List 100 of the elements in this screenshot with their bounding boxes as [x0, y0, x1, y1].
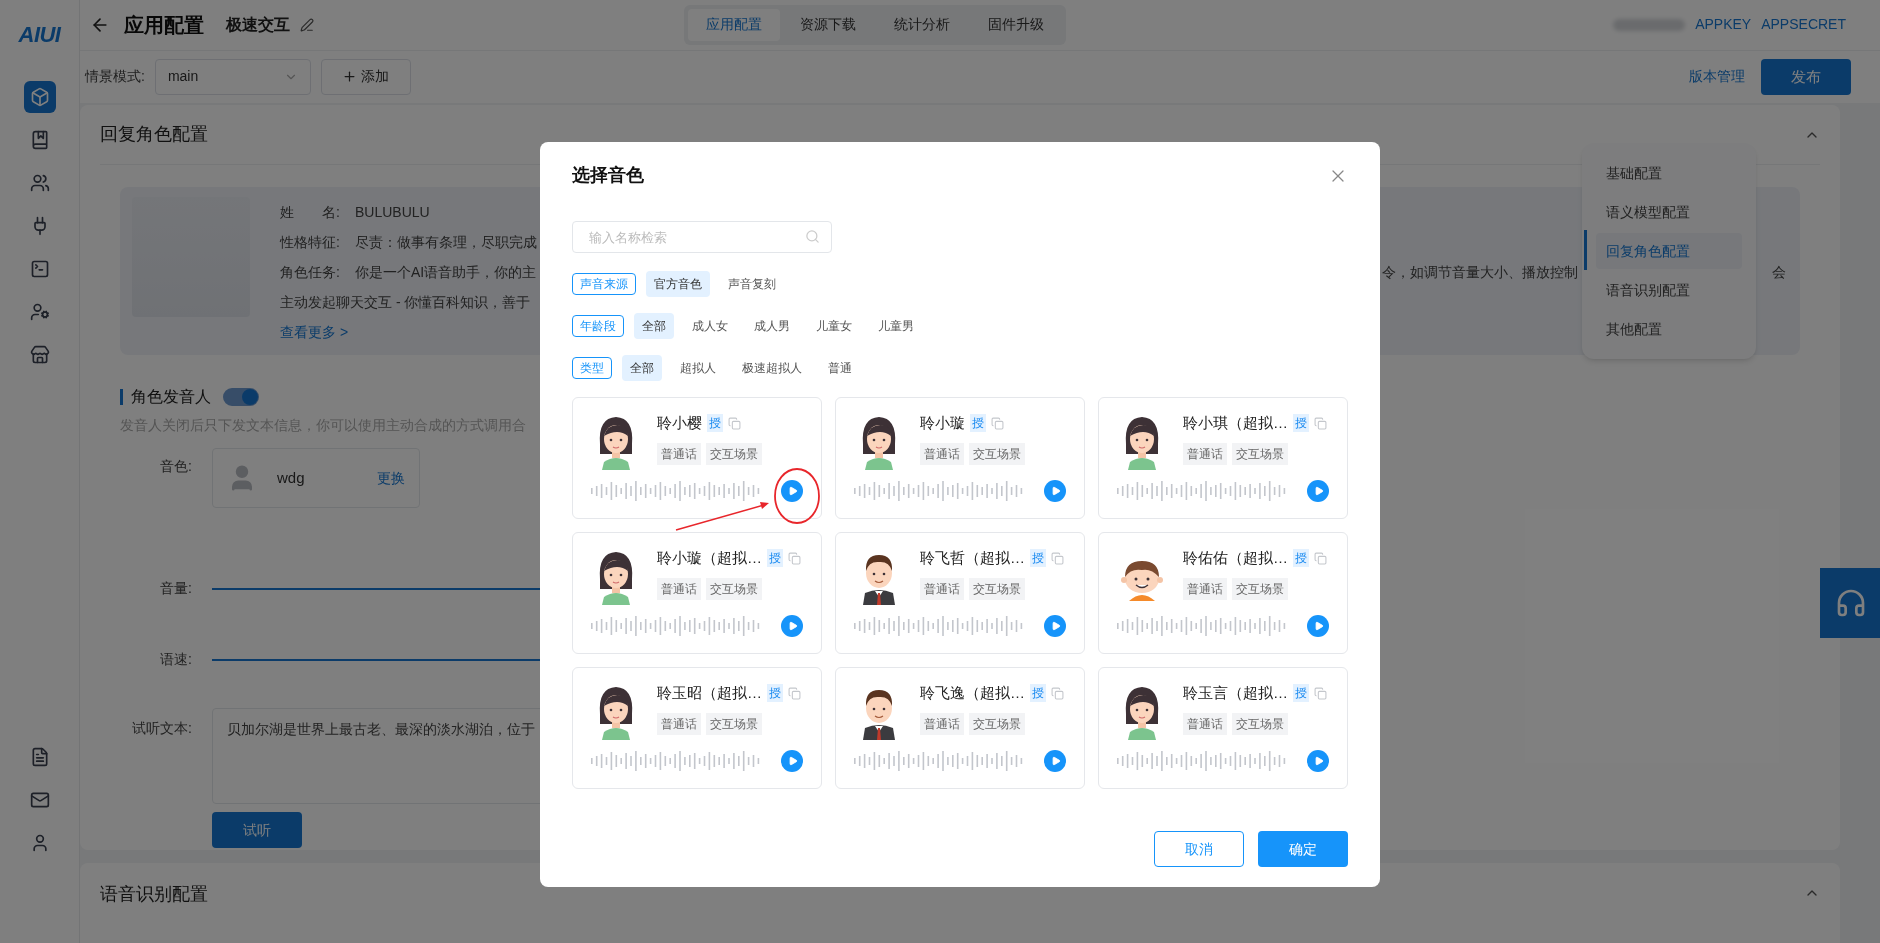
copy-icon[interactable]: [1314, 551, 1327, 565]
voice-card[interactable]: 聆佑佑（超拟… 授 普通话 交互场景: [1098, 532, 1348, 654]
filter-option[interactable]: 超拟人: [672, 355, 724, 381]
header-tab[interactable]: 应用配置: [688, 8, 780, 41]
cube-icon: [29, 87, 50, 107]
change-link[interactable]: 更换: [377, 467, 405, 489]
voice-card[interactable]: 聆飞逸（超拟… 授 普通话 交互场景: [835, 667, 1085, 789]
voice-tag: 交互场景: [969, 712, 1025, 735]
section-nav-item[interactable]: 语音识别配置: [1596, 272, 1742, 308]
voice-tag: 普通话: [657, 577, 701, 600]
waveform-icon: [854, 480, 1024, 502]
voice-card[interactable]: 聆小璇 授 普通话 交互场景: [835, 397, 1085, 519]
play-button[interactable]: [1307, 615, 1329, 637]
scene-label: 情景模式:: [85, 67, 145, 87]
voice-card[interactable]: 聆小璇（超拟… 授 普通话 交互场景: [572, 532, 822, 654]
license-badge: 授: [707, 414, 723, 433]
header-tab[interactable]: 资源下载: [782, 8, 874, 41]
voice-tag: 交互场景: [969, 442, 1025, 465]
copy-icon[interactable]: [1314, 416, 1327, 430]
header-link[interactable]: APPKEY: [1695, 14, 1752, 36]
play-button[interactable]: [781, 750, 803, 772]
voice-card[interactable]: 聆小琪（超拟… 授 普通话 交互场景: [1098, 397, 1348, 519]
copy-icon[interactable]: [1314, 686, 1327, 700]
voice-tag: 普通话: [920, 577, 964, 600]
store-icon: [29, 345, 50, 365]
section-nav-item[interactable]: 语义模型配置: [1596, 194, 1742, 230]
profile-label: 性格特征:: [280, 232, 341, 252]
copy-icon[interactable]: [1051, 686, 1064, 700]
profile-value-fragment: 令，如调节音量大小、播放控制: [1382, 262, 1578, 282]
preview-button[interactable]: 试听: [212, 812, 302, 848]
filter-option[interactable]: 声音复刻: [720, 271, 784, 297]
section-nav-item[interactable]: 回复角色配置: [1596, 233, 1742, 269]
copy-icon[interactable]: [788, 686, 801, 700]
filter-option[interactable]: 成人男: [746, 313, 798, 339]
plus-icon: [342, 69, 358, 85]
voice-card[interactable]: 聆玉言（超拟… 授 普通话 交互场景: [1098, 667, 1348, 789]
field-label: 音色:: [159, 457, 192, 476]
section-nav-item[interactable]: 其他配置: [1596, 311, 1742, 347]
filter-label: 声音来源: [572, 273, 636, 295]
header-link[interactable]: APPSECRET: [1761, 14, 1846, 36]
sidebar-item[interactable]: [23, 81, 56, 113]
app-name: 极速交互: [226, 14, 290, 35]
waveform-icon: [1117, 750, 1287, 772]
field-label: 试听文本:: [131, 719, 192, 738]
play-button[interactable]: [1044, 750, 1066, 772]
scene-select[interactable]: main: [154, 58, 311, 95]
header-tab[interactable]: 统计分析: [876, 8, 968, 41]
play-button[interactable]: [781, 615, 803, 637]
waveform-icon: [591, 480, 761, 502]
copy-icon[interactable]: [788, 551, 801, 565]
filter-option[interactable]: 全部: [622, 355, 662, 381]
voice-name: 聆玉昭（超拟…: [657, 683, 762, 703]
page-title: 应用配置: [124, 12, 204, 38]
copy-icon[interactable]: [728, 416, 741, 430]
play-button[interactable]: [1044, 480, 1066, 502]
speaker-toggle[interactable]: [223, 388, 259, 406]
filter-option[interactable]: 全部: [634, 313, 674, 339]
copy-icon[interactable]: [991, 416, 1004, 430]
see-more-link[interactable]: 查看更多 >: [280, 317, 349, 347]
card-title: 回复角色配置: [100, 123, 208, 146]
publish-button[interactable]: 发布: [1761, 58, 1851, 95]
voice-card[interactable]: 聆小樱 授 普通话 交互场景: [572, 397, 822, 519]
voice-tag: 普通话: [657, 712, 701, 735]
support-button[interactable]: [1820, 568, 1880, 638]
add-button[interactable]: 添加: [320, 58, 411, 95]
section-nav-item[interactable]: 基础配置: [1596, 155, 1742, 191]
play-icon: [1313, 621, 1324, 631]
voice-tag: 交互场景: [1232, 712, 1288, 735]
header-tab[interactable]: 固件升级: [970, 8, 1062, 41]
logo: AIUI: [18, 21, 61, 49]
waveform-icon: [854, 750, 1024, 772]
license-badge: 授: [1293, 684, 1309, 703]
play-button[interactable]: [1044, 615, 1066, 637]
play-button[interactable]: [781, 480, 803, 502]
filter-option[interactable]: 极速超拟人: [734, 355, 810, 381]
filter-option[interactable]: 儿童男: [870, 313, 922, 339]
play-icon: [1050, 756, 1061, 766]
edit-icon[interactable]: [300, 17, 314, 32]
profile-value: 主动发起聊天交互 - 你懂百科知识，善于: [280, 292, 531, 312]
filter-option[interactable]: 成人女: [684, 313, 736, 339]
filter-option[interactable]: 儿童女: [808, 313, 860, 339]
filter-option[interactable]: 普通: [820, 355, 860, 381]
play-button[interactable]: [1307, 750, 1329, 772]
version-link[interactable]: 版本管理: [1689, 66, 1745, 88]
license-badge: 授: [970, 414, 986, 433]
cancel-button[interactable]: 取消: [1154, 831, 1244, 867]
user-settings-icon: [29, 302, 50, 322]
voice-tag: 普通话: [920, 712, 964, 735]
voice-tag: 交互场景: [706, 712, 762, 735]
copy-icon[interactable]: [1051, 551, 1064, 565]
voice-name: wdg: [277, 467, 305, 488]
headset-icon: [1835, 587, 1867, 619]
voice-name: 聆飞逸（超拟…: [920, 683, 1025, 703]
confirm-button[interactable]: 确定: [1258, 831, 1348, 867]
voice-card[interactable]: 聆飞哲（超拟… 授 普通话 交互场景: [835, 532, 1085, 654]
license-badge: 授: [1030, 549, 1046, 568]
play-button[interactable]: [1307, 480, 1329, 502]
search-field[interactable]: 输入名称检索: [572, 221, 832, 253]
voice-card[interactable]: 聆玉昭（超拟… 授 普通话 交互场景: [572, 667, 822, 789]
filter-option[interactable]: 官方音色: [646, 271, 710, 297]
